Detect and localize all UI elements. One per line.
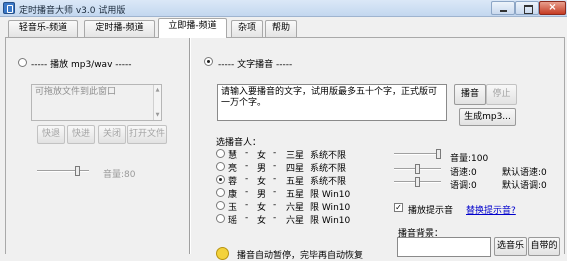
voice-radio[interactable] — [216, 175, 225, 184]
play-button[interactable]: 播音 — [454, 84, 486, 105]
voice-sep2: - — [273, 148, 277, 158]
voice-name: 瑶 — [228, 216, 238, 226]
voice-sep2: - — [273, 187, 277, 197]
voice-name: 蓉 — [228, 177, 238, 187]
voice-radio[interactable] — [216, 201, 225, 210]
voice-stars: 五星 — [286, 177, 305, 187]
voice-system: 限 Win10 — [310, 190, 351, 200]
speed-label: 语速:0 — [450, 168, 477, 178]
close-button[interactable]: × — [539, 1, 566, 15]
maximize-button[interactable] — [515, 1, 539, 15]
voice-gender: 男 — [257, 190, 267, 200]
close-file-button[interactable]: 关闭 — [98, 125, 126, 144]
tts-volume-thumb[interactable] — [436, 149, 441, 159]
pitch-thumb[interactable] — [415, 177, 420, 187]
app-icon — [3, 2, 15, 14]
mp3-volume-label: 音量:80 — [103, 170, 136, 180]
mode-mp3-radio[interactable] — [18, 58, 27, 67]
voice-system: 限 Win10 — [310, 216, 351, 226]
mode-tts-label: ----- 文字播音 ----- — [218, 60, 293, 70]
scroll-down-icon[interactable]: ▼ — [154, 111, 161, 119]
voice-gender: 女 — [257, 216, 267, 226]
tab-light-music[interactable]: 轻音乐-频道 — [8, 20, 78, 37]
voice-system: 系统不限 — [310, 151, 347, 161]
file-drop-area[interactable]: 可拖放文件到此窗口 ▲ ▼ — [31, 84, 162, 121]
change-tone-link[interactable]: 替换提示音? — [466, 203, 516, 216]
voice-stars: 四星 — [286, 164, 305, 174]
tts-volume-slider[interactable] — [394, 149, 441, 159]
voice-name: 亮 — [228, 164, 238, 174]
voice-select-label: 选播音人： — [216, 138, 262, 148]
voice-name: 慧 — [228, 151, 238, 161]
check-icon: ✓ — [395, 203, 402, 212]
voice-system: 系统不限 — [310, 164, 347, 174]
tab-misc[interactable]: 杂项 — [231, 20, 263, 37]
speed-slider[interactable] — [394, 164, 441, 174]
close-icon: × — [548, 2, 557, 13]
voice-sep1: - — [245, 174, 249, 184]
mode-tts-radio[interactable] — [204, 57, 213, 66]
forward-button[interactable]: 快进 — [67, 125, 95, 144]
voice-sep2: - — [273, 213, 277, 223]
tab-help[interactable]: 帮助 — [265, 20, 297, 37]
scroll-up-icon[interactable]: ▲ — [154, 86, 161, 94]
voice-gender: 女 — [257, 177, 267, 187]
voice-system: 限 Win10 — [310, 203, 351, 213]
voice-stars: 六星 — [286, 216, 305, 226]
tts-volume-label: 音量:100 — [450, 154, 489, 164]
voice-sep1: - — [245, 187, 249, 197]
voice-name: 康 — [228, 190, 238, 200]
voice-sep1: - — [245, 161, 249, 171]
default-speed-label: 默认语速:0 — [502, 168, 547, 178]
stop-button[interactable]: 停止 — [486, 84, 517, 105]
pitch-label: 语调:0 — [450, 181, 477, 191]
mp3-volume-slider[interactable] — [37, 166, 89, 176]
voice-stars: 三星 — [286, 151, 305, 161]
voice-radio[interactable] — [216, 149, 225, 158]
voice-name: 玉 — [228, 203, 238, 213]
mode-mp3-label: ----- 播放 mp3/wav ----- — [31, 60, 132, 70]
minimize-button[interactable] — [491, 1, 515, 15]
tts-text-input[interactable]: 请输入要播音的文字，试用版最多五十个字，正式版可一万个字。 — [217, 84, 447, 121]
voice-radio[interactable] — [216, 214, 225, 223]
mp3-volume-thumb[interactable] — [75, 166, 80, 176]
rewind-button[interactable]: 快退 — [37, 125, 65, 144]
voice-sep2: - — [273, 161, 277, 171]
tab-strip: 轻音乐-频道 定时播-频道 立即播-频道 杂项 帮助 — [0, 17, 567, 38]
choose-music-button[interactable]: 选音乐 — [494, 237, 527, 256]
voice-radio[interactable] — [216, 162, 225, 171]
voice-sep2: - — [273, 200, 277, 210]
voice-sep1: - — [245, 200, 249, 210]
title-bar: 定时播音大师 v3.0 试用版 × — [0, 0, 567, 17]
voice-radio[interactable] — [216, 188, 225, 197]
pitch-slider[interactable] — [394, 177, 441, 187]
voice-gender: 男 — [257, 164, 267, 174]
voice-gender: 女 — [257, 151, 267, 161]
voice-stars: 六星 — [286, 203, 305, 213]
voice-system: 系统不限 — [310, 177, 347, 187]
tab-instant[interactable]: 立即播-频道 — [158, 18, 227, 38]
builtin-music-button[interactable]: 自带的 — [528, 237, 560, 256]
speed-thumb[interactable] — [415, 164, 420, 174]
notice-text: 播音自动暂停，完毕再自动恢复 — [237, 251, 364, 261]
open-file-button[interactable]: 打开文件 — [127, 125, 167, 144]
tone-checkbox-label: 播放提示音 — [408, 206, 454, 216]
voice-sep1: - — [245, 148, 249, 158]
voice-stars: 五星 — [286, 190, 305, 200]
window-title: 定时播音大师 v3.0 试用版 — [19, 6, 126, 16]
tone-checkbox[interactable]: ✓ — [394, 203, 403, 212]
panel-divider — [189, 38, 191, 254]
voice-sep1: - — [245, 213, 249, 223]
tts-text: 请输入要播音的文字，试用版最多五十个字，正式版可一万个字。 — [221, 87, 438, 108]
generate-mp3-button[interactable]: 生成mp3... — [459, 108, 516, 126]
default-pitch-label: 默认语调:0 — [502, 181, 547, 191]
voice-gender: 女 — [257, 203, 267, 213]
tab-scheduled[interactable]: 定时播-频道 — [84, 20, 155, 37]
drop-scrollbar[interactable]: ▲ ▼ — [153, 85, 161, 120]
drop-placeholder: 可拖放文件到此窗口 — [35, 87, 117, 97]
background-input[interactable] — [397, 237, 491, 257]
voice-sep2: - — [273, 174, 277, 184]
